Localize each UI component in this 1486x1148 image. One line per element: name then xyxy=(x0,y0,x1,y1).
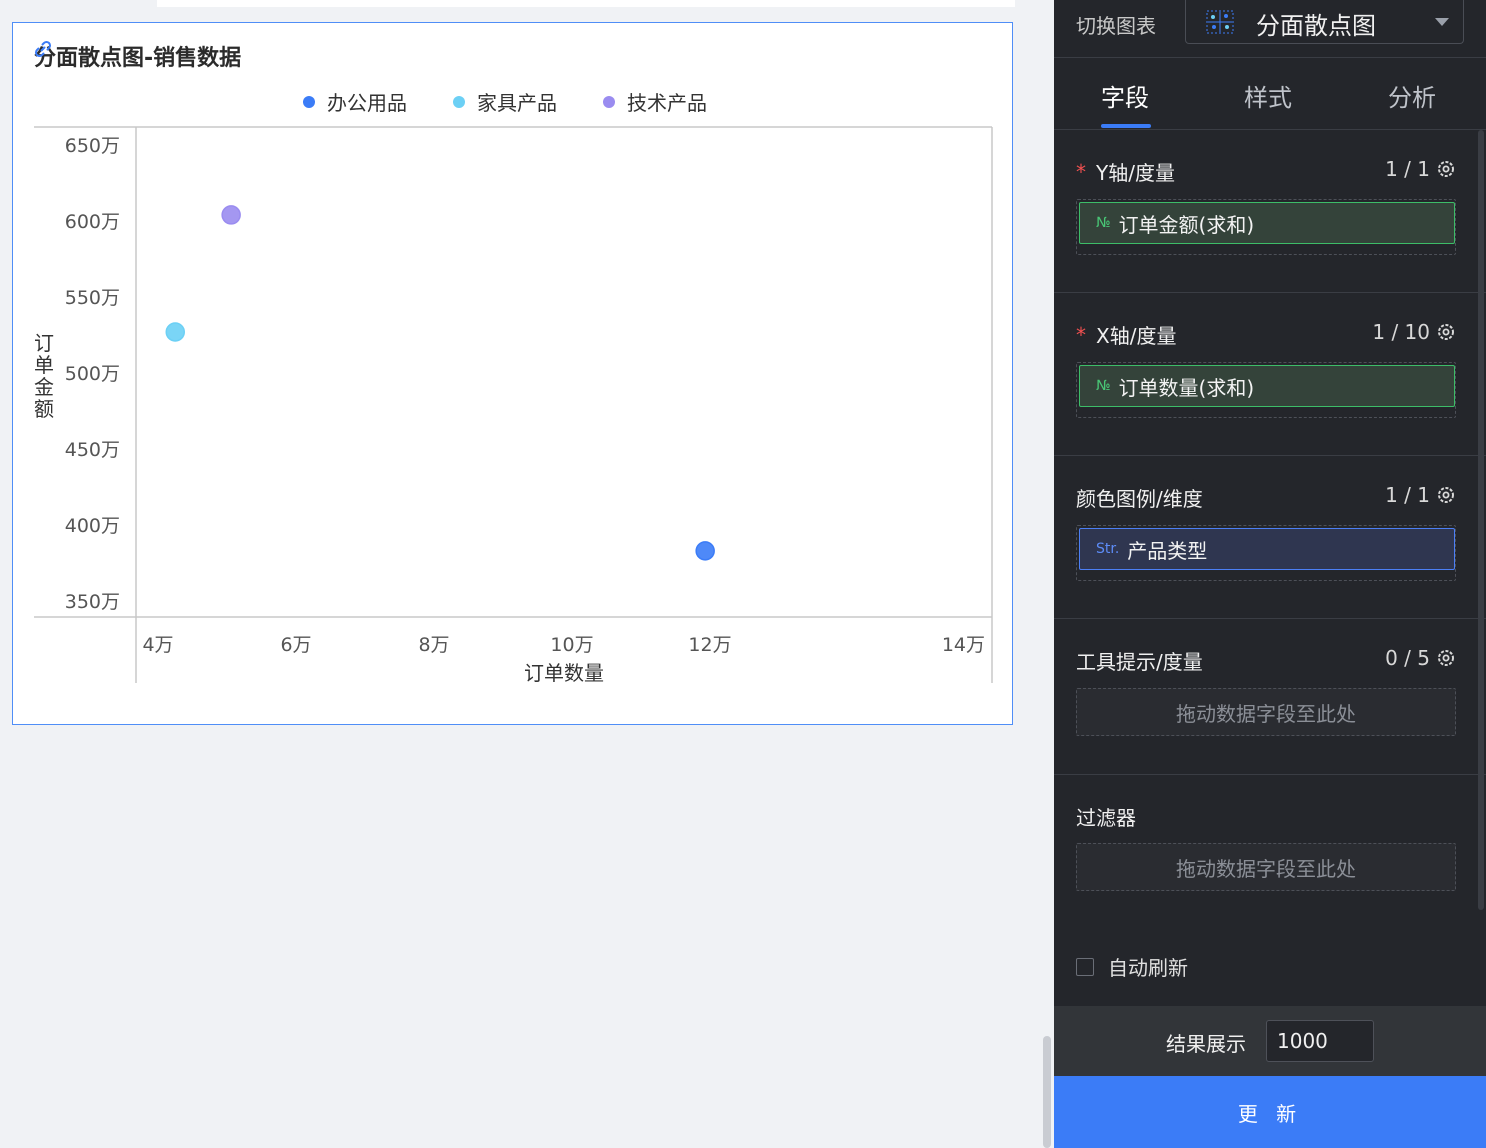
y-tick-label: 350万 xyxy=(65,591,120,613)
x-axis-drop-zone[interactable]: № 订单数量(求和) xyxy=(1076,362,1456,418)
update-button[interactable]: 更 新 xyxy=(1054,1076,1486,1148)
y-axis-title-char: 订 xyxy=(34,331,54,355)
top-card-edge xyxy=(157,0,1015,7)
filter-drop-zone[interactable]: 拖动数据字段至此处 xyxy=(1076,843,1456,891)
y-axis-title-char: 单 xyxy=(34,353,54,377)
x-axis-title: * X轴/度量 xyxy=(1076,320,1176,349)
chevron-down-icon xyxy=(1435,18,1449,26)
section-y-axis: * Y轴/度量 1 / 1 № 订单金额(求和) xyxy=(1054,130,1486,293)
x-axis-count-text: 1 / 10 xyxy=(1372,320,1430,344)
gear-icon[interactable] xyxy=(1436,159,1456,179)
result-bar: 结果展示 xyxy=(1054,1006,1486,1076)
x-axis-count: 1 / 10 xyxy=(1372,320,1456,344)
field-name: 产品类型 xyxy=(1127,538,1208,563)
scatter-point[interactable] xyxy=(165,322,185,342)
tab-fields[interactable]: 字段 xyxy=(1101,78,1149,113)
field-chip-order-amount[interactable]: № 订单金额(求和) xyxy=(1079,202,1455,244)
tooltip-count-text: 0 / 5 xyxy=(1385,646,1430,670)
y-axis-title-char: 额 xyxy=(34,397,54,421)
y-axis-count-text: 1 / 1 xyxy=(1385,157,1430,181)
result-limit-input[interactable] xyxy=(1266,1020,1374,1062)
field-name: 订单金额(求和) xyxy=(1118,212,1255,237)
chart-card[interactable]: 分面散点图-销售数据 办公用品 家具产品 技术产品 650万 600万 550万 50… xyxy=(12,22,1013,725)
x-tick-label: 10万 xyxy=(550,634,593,656)
switch-chart-label: 切换图表 xyxy=(1076,14,1156,38)
config-panel: 切换图表 分面散点图 字段 样式 分析 * Y轴/度量 1 / 1 № 订单金额… xyxy=(1054,0,1486,1148)
chart-type-value: 分面散点图 xyxy=(1256,12,1376,40)
number-type-icon: № xyxy=(1096,378,1111,394)
auto-refresh-checkbox[interactable] xyxy=(1076,957,1094,976)
gear-icon[interactable] xyxy=(1436,485,1456,505)
tab-style[interactable]: 样式 xyxy=(1244,78,1292,113)
scatter-plot: 650万 600万 550万 500万 450万 400万 350万 4万 6万 8万 10万 12万… xyxy=(34,126,993,685)
tab-analysis[interactable]: 分析 xyxy=(1388,78,1436,113)
section-color-legend: 颜色图例/维度 1 / 1 Str. 产品类型 xyxy=(1054,456,1486,619)
field-name: 订单数量(求和) xyxy=(1118,375,1255,400)
x-tick-label: 12万 xyxy=(688,634,731,656)
required-icon: * xyxy=(1076,159,1086,184)
field-chip-product-type[interactable]: Str. 产品类型 xyxy=(1079,528,1455,570)
x-tick-label: 6万 xyxy=(280,634,311,656)
tooltip-title: 工具提示/度量 xyxy=(1076,650,1203,674)
section-x-axis: * X轴/度量 1 / 10 № 订单数量(求和) xyxy=(1054,293,1486,456)
x-tick-label: 14万 xyxy=(942,634,985,656)
y-axis-count: 1 / 1 xyxy=(1385,157,1456,181)
y-tick-label: 500万 xyxy=(65,363,120,385)
section-tooltip: 工具提示/度量 0 / 5 拖动数据字段至此处 xyxy=(1054,619,1486,775)
string-type-icon: Str. xyxy=(1096,541,1120,557)
active-tab-indicator xyxy=(1101,124,1151,128)
y-tick-label: 650万 xyxy=(65,135,120,157)
y-axis-title-text: Y轴/度量 xyxy=(1096,161,1175,185)
panel-scrollbar[interactable] xyxy=(1478,130,1484,910)
y-tick-label: 450万 xyxy=(65,439,120,461)
number-type-icon: № xyxy=(1096,215,1111,231)
x-axis-title: 订单数量 xyxy=(524,661,604,685)
y-tick-label: 400万 xyxy=(65,515,120,537)
color-legend-count-text: 1 / 1 xyxy=(1385,483,1430,507)
y-axis-title-char: 金 xyxy=(34,375,54,399)
filter-title: 过滤器 xyxy=(1076,806,1136,830)
y-axis-drop-zone[interactable]: № 订单金额(求和) xyxy=(1076,199,1456,255)
result-display-label: 结果展示 xyxy=(1166,1032,1246,1056)
chart-type-select[interactable]: 分面散点图 xyxy=(1185,0,1464,44)
color-legend-count: 1 / 1 xyxy=(1385,483,1456,507)
gear-icon[interactable] xyxy=(1436,322,1456,342)
field-chip-order-count[interactable]: № 订单数量(求和) xyxy=(1079,365,1455,407)
chart-switch-row: 切换图表 分面散点图 xyxy=(1054,0,1486,58)
scatter-point[interactable] xyxy=(221,205,241,225)
panel-tabs: 字段 样式 分析 xyxy=(1054,58,1486,130)
auto-refresh-label: 自动刷新 xyxy=(1108,956,1188,980)
tooltip-count: 0 / 5 xyxy=(1385,646,1456,670)
y-tick-label: 550万 xyxy=(65,287,120,309)
y-tick-label: 600万 xyxy=(65,211,120,233)
gear-icon[interactable] xyxy=(1436,648,1456,668)
x-tick-label: 4万 xyxy=(142,634,173,656)
x-axis-title-text: X轴/度量 xyxy=(1096,324,1177,348)
scatter-chart-icon xyxy=(1206,10,1234,34)
section-filter: 过滤器 拖动数据字段至此处 xyxy=(1054,775,1486,925)
auto-refresh-option[interactable]: 自动刷新 xyxy=(1076,952,1188,981)
required-icon: * xyxy=(1076,322,1086,347)
color-legend-drop-zone[interactable]: Str. 产品类型 xyxy=(1076,525,1456,581)
main-scrollbar[interactable] xyxy=(1043,1036,1051,1148)
y-axis-title: * Y轴/度量 xyxy=(1076,157,1175,186)
color-legend-title: 颜色图例/维度 xyxy=(1076,487,1203,511)
x-tick-label: 8万 xyxy=(418,634,449,656)
tooltip-drop-zone[interactable]: 拖动数据字段至此处 xyxy=(1076,688,1456,736)
scatter-point[interactable] xyxy=(695,541,715,561)
